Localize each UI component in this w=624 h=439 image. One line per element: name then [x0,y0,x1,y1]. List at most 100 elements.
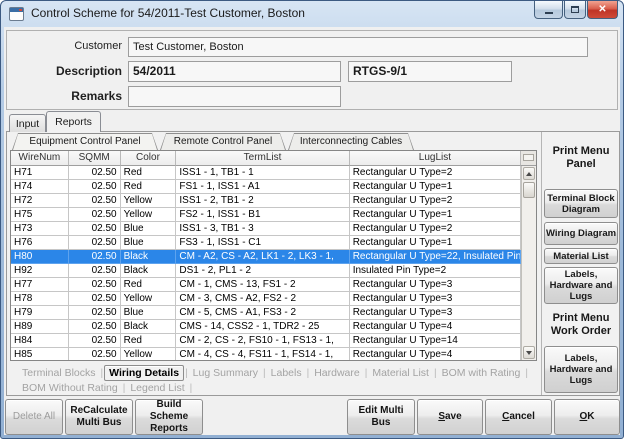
wiring-diagram-button[interactable]: Wiring Diagram [544,222,618,245]
cell-wirenum: H80 [11,250,69,264]
cell-termlist: ISS1 - 2, TB1 - 2 [176,194,349,208]
work-order-labels-hardware-lugs-button[interactable]: Labels, Hardware and Lugs [544,346,618,393]
description-field-1[interactable]: 54/2011 [128,61,341,82]
cell-color: Red [121,334,177,348]
table-row[interactable]: H7302.50BlueISS1 - 3, TB1 - 3Rectangular… [11,222,521,236]
cell-termlist: CM - 5, CMS - A1, FS3 - 2 [176,306,349,320]
tab-equipment-control-panel[interactable]: Equipment Control Panel [12,133,158,150]
table-row[interactable]: H7802.50YellowCM - 3, CMS - A2, FS2 - 2R… [11,292,521,306]
cell-color: Blue [121,222,177,236]
maximize-icon [571,6,579,13]
table-row[interactable]: H7202.50YellowISS1 - 2, TB1 - 2Rectangul… [11,194,521,208]
vertical-scrollbar[interactable] [521,166,536,360]
cell-wirenum: H85 [11,348,69,361]
tab-divider: | [524,368,529,379]
section-tab-bom-with-rating[interactable]: BOM with Rating [438,366,525,380]
recalculate-multi-bus-button[interactable]: ReCalculate Multi Bus [65,399,133,435]
tab-remote-control-panel[interactable]: Remote Control Panel [160,133,286,150]
cell-color: Red [121,278,177,292]
cell-sqmm: 02.50 [69,236,121,250]
wire-grid-body: H7102.50RedISS1 - 1, TB1 - 1Rectangular … [11,166,521,360]
edit-multi-bus-button[interactable]: Edit Multi Bus [347,399,415,435]
column-header-wirenum[interactable]: WireNum [11,151,69,166]
table-row[interactable]: H7902.50BlueCM - 5, CMS - A1, FS3 - 2Rec… [11,306,521,320]
wire-grid-header: WireNum SQMM Color TermList LugList [11,151,536,166]
section-tab-legend-list[interactable]: Legend List [126,381,188,395]
table-row[interactable]: H7402.50RedFS1 - 1, ISS1 - A1Rectangular… [11,180,521,194]
column-header-color[interactable]: Color [121,151,177,166]
header-fields-panel: Customer Test Customer, Boston Descripti… [6,30,618,110]
description-field-2[interactable]: RTGS-9/1 [348,61,512,82]
cell-wirenum: H72 [11,194,69,208]
minimize-button[interactable] [534,1,563,19]
column-header-termlist[interactable]: TermList [176,151,349,166]
tab-interconnecting-cables[interactable]: Interconnecting Cables [288,133,414,150]
arrow-down-icon [526,351,532,355]
cell-wirenum: H78 [11,292,69,306]
scroll-down-button[interactable] [523,346,535,359]
cell-sqmm: 02.50 [69,264,121,278]
cell-color: Yellow [121,292,177,306]
terminal-block-diagram-button[interactable]: Terminal Block Diagram [544,189,618,218]
table-row[interactable]: H7702.50RedCM - 1, CMS - 13, FS1 - 2Rect… [11,278,521,292]
remarks-field[interactable] [128,86,341,107]
close-button[interactable]: ✕ [587,1,618,19]
tab-divider: | [262,368,267,379]
section-tab-bom-without-rating[interactable]: BOM Without Rating [18,381,122,395]
title-bar[interactable]: Control Scheme for 54/2011-Test Customer… [1,1,623,27]
column-header-sqmm[interactable]: SQMM [69,151,121,166]
cell-wirenum: H77 [11,278,69,292]
section-tab-hardware[interactable]: Hardware [310,366,364,380]
cell-color: Red [121,180,177,194]
save-button[interactable]: Save [417,399,483,435]
report-section-tabs: Terminal Blocks|Wiring Details|Lug Summa… [10,362,537,395]
section-tab-terminal-blocks[interactable]: Terminal Blocks [18,366,100,380]
delete-all-button[interactable]: Delete All [5,399,63,435]
customer-field[interactable]: Test Customer, Boston [128,37,588,57]
table-row[interactable]: H8402.50RedCM - 2, CS - 2, FS10 - 1, FS1… [11,334,521,348]
cell-termlist: CM - 4, CS - 4, FS11 - 1, FS14 - 1, [176,348,349,361]
scroll-up-button[interactable] [523,167,535,180]
reports-tab-page: Equipment Control Panel Remote Control P… [6,131,620,396]
section-tab-labels[interactable]: Labels [267,366,306,380]
cell-wirenum: H76 [11,236,69,250]
tab-reports[interactable]: Reports [46,111,101,132]
cell-color: Black [121,320,177,334]
maximize-button[interactable] [564,1,586,19]
description-label: Description [17,64,122,78]
grid-corner [521,151,536,166]
cell-termlist: CM - 2, CS - 2, FS10 - 1, FS13 - 1, [176,334,349,348]
cell-sqmm: 02.50 [69,250,121,264]
cancel-button[interactable]: Cancel [485,399,552,435]
window-title: Control Scheme for 54/2011-Test Customer… [31,1,305,26]
section-tab-material-list[interactable]: Material List [368,366,433,380]
cell-luglist: Rectangular U Type=2 [350,166,521,180]
cell-sqmm: 02.50 [69,208,121,222]
client-area: Customer Test Customer, Boston Descripti… [4,27,620,435]
table-row[interactable]: H7102.50RedISS1 - 1, TB1 - 1Rectangular … [11,166,521,180]
scrollbar-thumb[interactable] [523,182,535,198]
build-scheme-reports-button[interactable]: Build Scheme Reports [135,399,203,435]
cell-color: Blue [121,236,177,250]
table-row[interactable]: H8002.50BlackCM - A2, CS - A2, LK1 - 2, … [11,250,521,264]
cell-termlist: ISS1 - 3, TB1 - 3 [176,222,349,236]
cell-sqmm: 02.50 [69,194,121,208]
cell-termlist: CMS - 14, CSS2 - 1, TDR2 - 25 [176,320,349,334]
cell-wirenum: H71 [11,166,69,180]
cell-luglist: Rectangular U Type=3 [350,306,521,320]
section-tab-lug-summary[interactable]: Lug Summary [189,366,262,380]
table-row[interactable]: H9202.50BlackDS1 - 2, PL1 - 2Insulated P… [11,264,521,278]
labels-hardware-lugs-button[interactable]: Labels, Hardware and Lugs [544,267,618,304]
cell-color: Blue [121,306,177,320]
cell-sqmm: 02.50 [69,348,121,361]
ok-button[interactable]: OK [554,399,620,435]
tab-input[interactable]: Input [9,114,46,132]
table-row[interactable]: H8502.50YellowCM - 4, CS - 4, FS11 - 1, … [11,348,521,361]
column-header-luglist[interactable]: LugList [350,151,521,166]
table-row[interactable]: H8902.50BlackCMS - 14, CSS2 - 1, TDR2 - … [11,320,521,334]
table-row[interactable]: H7602.50BlueFS3 - 1, ISS1 - C1Rectangula… [11,236,521,250]
table-row[interactable]: H7502.50YellowFS2 - 1, ISS1 - B1Rectangu… [11,208,521,222]
cell-wirenum: H74 [11,180,69,194]
tab-divider: | [189,383,194,394]
material-list-button[interactable]: Material List [544,248,618,264]
